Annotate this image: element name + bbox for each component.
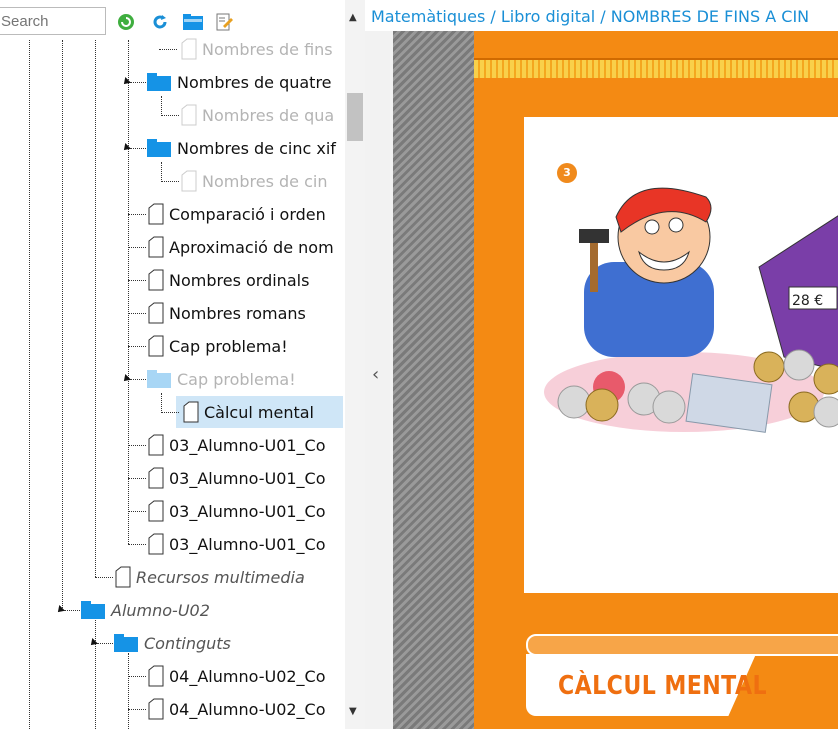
folder-icon — [80, 600, 106, 620]
scroll-down-arrow-icon[interactable]: ▼ — [349, 706, 357, 717]
tree-item[interactable]: 03_Alumno-U01_Co — [128, 496, 326, 526]
tree-item-label: 03_Alumno-U01_Co — [169, 501, 326, 521]
tree-item-label: 03_Alumno-U01_Co — [169, 534, 326, 554]
document-icon — [148, 500, 164, 522]
tree-scrollbar[interactable]: ▲ ▼ — [345, 0, 365, 729]
search-input[interactable] — [0, 7, 106, 35]
tree-item[interactable]: Nombres romans — [128, 298, 306, 328]
tree-item-label: Alumno-U02 — [111, 600, 210, 620]
tree-item[interactable]: Cap problema! — [128, 331, 288, 361]
tree-item-label: Recursos multimedia — [136, 567, 305, 587]
tree-folder[interactable]: Continguts — [88, 628, 231, 658]
tree-item-label: Nombres romans — [169, 303, 306, 323]
tree-item-label: 04_Alumno-U02_Co — [169, 666, 326, 686]
document-icon — [148, 203, 164, 225]
tree-item[interactable]: Comparació i orden — [128, 199, 326, 229]
folder-icon — [146, 138, 172, 158]
tree-folder[interactable]: Alumno-U02 — [55, 595, 210, 625]
scroll-up-arrow-icon[interactable]: ▲ — [349, 12, 357, 23]
tree-folder[interactable]: Nombres de cinc xif — [121, 133, 336, 163]
tree-item[interactable]: Nombres de cin — [161, 162, 328, 196]
tree-item[interactable]: Nombres de qua — [161, 96, 335, 130]
tree-item-label: 03_Alumno-U01_Co — [169, 435, 326, 455]
document-icon — [181, 104, 197, 126]
scrollbar-thumb[interactable] — [347, 93, 363, 141]
book-page: 3 28 € CÀLCUL MENTAL — [474, 31, 838, 729]
document-icon — [148, 533, 164, 555]
document-icon — [148, 665, 164, 687]
tree-item-label: Comparació i orden — [169, 204, 326, 224]
document-icon — [148, 467, 164, 489]
tree-item[interactable]: 04_Alumno-U02_Co — [128, 694, 326, 724]
tree-item-label: Nombres de cinc xif — [177, 138, 336, 158]
tree-item-label: Nombres de cin — [202, 171, 328, 191]
tree-item-label: Nombres ordinals — [169, 270, 310, 290]
tree-item-label: Cap problema! — [169, 336, 288, 356]
document-icon — [148, 302, 164, 324]
edit-document-icon[interactable] — [214, 12, 234, 32]
folder-icon — [146, 72, 172, 92]
tree-folder[interactable]: Nombres de quatre — [121, 67, 332, 97]
tree-item[interactable]: 03_Alumno-U01_Co — [128, 529, 326, 559]
tree-item[interactable]: Nombres ordinals — [128, 265, 309, 295]
tree-item-label: Nombres de quatre — [177, 72, 332, 92]
document-icon — [115, 566, 131, 588]
tree-folder[interactable]: Cap problema! — [121, 364, 296, 394]
document-icon — [181, 170, 197, 192]
document-icon — [183, 401, 199, 423]
tree-item-label: Continguts — [144, 633, 231, 653]
tree-item[interactable]: Nombres de fins — [159, 34, 333, 64]
illustration-card: 3 28 € — [524, 117, 838, 593]
reload-icon[interactable] — [150, 12, 170, 32]
collapse-panel-icon[interactable]: ‹ — [372, 364, 379, 385]
tree-item[interactable]: Recursos multimedia — [95, 562, 305, 592]
tree-item[interactable]: 03_Alumno-U01_Co — [128, 463, 326, 493]
document-icon — [148, 335, 164, 357]
document-icon — [148, 434, 164, 456]
price-tag: 28 € — [792, 293, 823, 309]
tree-item[interactable]: 03_Alumno-U01_Co — [128, 430, 326, 460]
breadcrumb[interactable]: Matemàtiques / Libro digital / NOMBRES D… — [365, 7, 838, 31]
document-icon — [148, 269, 164, 291]
folder-icon[interactable] — [182, 12, 203, 32]
folder-icon — [146, 369, 172, 389]
boy-with-money-illustration: 28 € — [544, 187, 838, 433]
section-title: CÀLCUL MENTAL — [558, 671, 768, 701]
folder-icon — [113, 633, 139, 653]
document-icon — [148, 236, 164, 258]
tree-item-label: Cap problema! — [177, 369, 296, 389]
tree-item-selected[interactable]: Càlcul mental — [161, 393, 314, 427]
document-icon — [181, 38, 197, 60]
tree-item-label: Càlcul mental — [204, 402, 314, 422]
tree-item-label: Aproximació de nom — [169, 237, 334, 257]
document-icon — [148, 698, 164, 720]
tree-item-label: 04_Alumno-U02_Co — [169, 699, 326, 719]
tree-panel: Nombres de fins Nombres de quatre Nombre… — [0, 0, 365, 729]
tree-item-label: Nombres de qua — [202, 105, 335, 125]
refresh-green-icon[interactable] — [116, 12, 136, 32]
tree-item-label: 03_Alumno-U01_Co — [169, 468, 326, 488]
tree-item[interactable]: Aproximació de nom — [128, 232, 334, 262]
section-banner-bar — [526, 634, 838, 656]
page-header-stripe — [474, 58, 838, 78]
tree-item[interactable]: 04_Alumno-U02_Co — [128, 661, 326, 691]
tree-item-label: Nombres de fins — [202, 39, 333, 59]
